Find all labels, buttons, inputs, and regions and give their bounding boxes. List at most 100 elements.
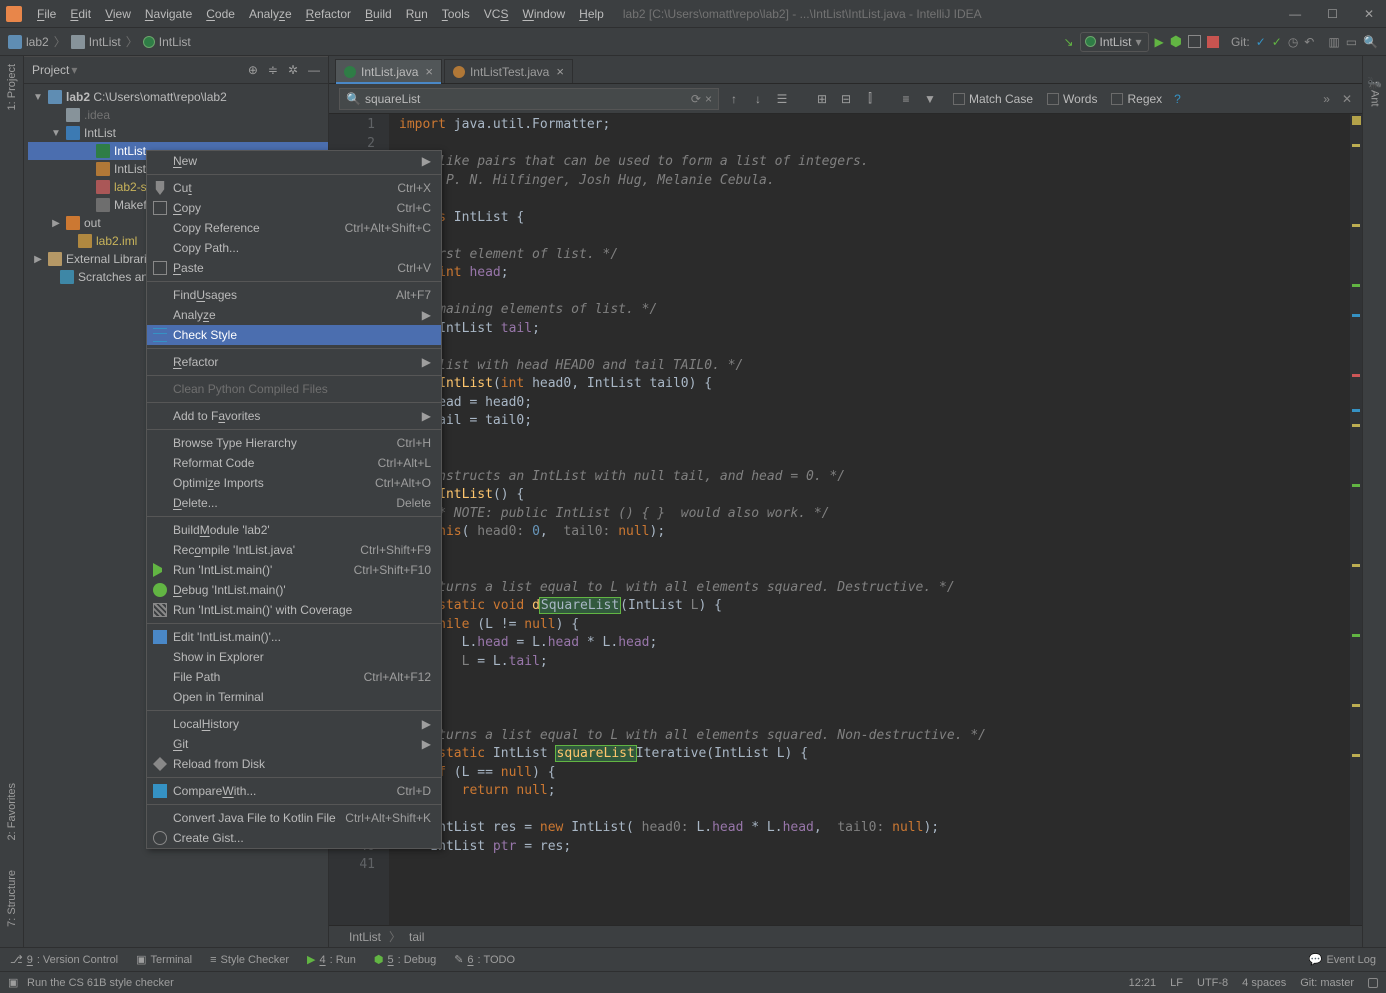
- tool-version-control[interactable]: ⎇9: Version Control: [10, 953, 118, 966]
- breadcrumb-class[interactable]: IntList: [143, 35, 191, 49]
- menu-tools[interactable]: Tools: [435, 4, 477, 24]
- settings-icon[interactable]: ✲: [288, 63, 298, 77]
- ctx-cut[interactable]: CutCtrl+X: [147, 178, 441, 198]
- debug-icon[interactable]: ⬢: [1170, 33, 1182, 50]
- run-icon[interactable]: ▶: [1155, 35, 1164, 49]
- tool-structure-button[interactable]: 7: Structure: [6, 870, 18, 927]
- tool-project-button[interactable]: 1: Project: [6, 64, 18, 110]
- ctx-copy-path[interactable]: Copy Path...: [147, 238, 441, 258]
- find-input[interactable]: [365, 92, 691, 106]
- ctx-debug[interactable]: Debug 'IntList.main()': [147, 580, 441, 600]
- ctx-analyze[interactable]: Analyze▶: [147, 305, 441, 325]
- presentation-icon[interactable]: ▭: [1346, 35, 1357, 49]
- menu-view[interactable]: View: [98, 4, 138, 24]
- tool-style-checker[interactable]: ≡Style Checker: [210, 954, 289, 966]
- words-checkbox[interactable]: Words: [1047, 92, 1097, 106]
- ctx-compare[interactable]: Compare With...Ctrl+D: [147, 781, 441, 801]
- select-all-occurrences-icon[interactable]: ⫿: [861, 91, 879, 106]
- ctx-reformat[interactable]: Reformat CodeCtrl+Alt+L: [147, 453, 441, 473]
- select-opened-file-icon[interactable]: ⊕: [248, 63, 258, 77]
- ctx-delete[interactable]: Delete...Delete: [147, 493, 441, 513]
- readonly-lock-icon[interactable]: [1368, 978, 1378, 988]
- find-more-icon[interactable]: »: [1323, 92, 1330, 106]
- find-close-icon[interactable]: ×: [705, 92, 712, 106]
- breadcrumb-folder[interactable]: IntList: [71, 35, 121, 49]
- git-commit-icon[interactable]: ✓: [1272, 35, 1282, 49]
- tree-node-intlist-folder[interactable]: ▼IntList: [28, 124, 328, 142]
- ctx-edit-config[interactable]: Edit 'IntList.main()'...: [147, 627, 441, 647]
- find-select-all-icon[interactable]: ☰: [773, 92, 791, 106]
- ctx-git[interactable]: Git▶: [147, 734, 441, 754]
- ctx-add-favorites[interactable]: Add to Favorites▶: [147, 406, 441, 426]
- window-close-icon[interactable]: ✕: [1358, 5, 1380, 23]
- breadcrumb-root[interactable]: lab2: [8, 35, 49, 49]
- run-config-selector[interactable]: IntList▾: [1080, 32, 1149, 52]
- menu-analyze[interactable]: Analyze: [242, 4, 299, 24]
- ctx-recompile[interactable]: Recompile 'IntList.java'Ctrl+Shift+F9: [147, 540, 441, 560]
- tool-debug[interactable]: ⬢5: Debug: [374, 953, 436, 966]
- menu-edit[interactable]: Edit: [63, 4, 98, 24]
- add-selection-icon[interactable]: ⊞: [813, 92, 831, 106]
- close-tab-icon[interactable]: ×: [425, 64, 433, 79]
- ctx-paste[interactable]: PasteCtrl+V: [147, 258, 441, 278]
- ctx-refactor[interactable]: Refactor▶: [147, 352, 441, 372]
- menu-run[interactable]: Run: [399, 4, 435, 24]
- stop-icon[interactable]: [1207, 36, 1219, 48]
- ctx-terminal[interactable]: Open in Terminal: [147, 687, 441, 707]
- build-icon[interactable]: ↘: [1063, 35, 1073, 49]
- find-settings-icon[interactable]: ≡: [897, 92, 915, 106]
- tab-intlist[interactable]: IntList.java×: [335, 59, 442, 83]
- menu-code[interactable]: Code: [199, 4, 242, 24]
- ctx-run[interactable]: Run 'IntList.main()'Ctrl+Shift+F10: [147, 560, 441, 580]
- find-prev-icon[interactable]: ↑: [725, 92, 743, 106]
- tool-run[interactable]: ▶4: Run: [307, 953, 356, 966]
- match-case-checkbox[interactable]: Match Case: [953, 92, 1033, 106]
- tool-terminal[interactable]: ▣Terminal: [136, 953, 192, 966]
- caret-position[interactable]: 12:21: [1129, 977, 1157, 989]
- ctx-reload[interactable]: Reload from Disk: [147, 754, 441, 774]
- search-everywhere-icon[interactable]: 🔍: [1363, 35, 1378, 49]
- ctx-build-module[interactable]: Build Module 'lab2': [147, 520, 441, 540]
- menu-file[interactable]: File: [30, 4, 63, 24]
- status-icon[interactable]: ▣: [8, 976, 21, 989]
- crumb-class[interactable]: IntList: [341, 930, 389, 944]
- ctx-file-path[interactable]: File PathCtrl+Alt+F12: [147, 667, 441, 687]
- close-tab-icon[interactable]: ×: [556, 64, 564, 79]
- history-icon[interactable]: ◷: [1288, 35, 1298, 49]
- ctx-show-explorer[interactable]: Show in Explorer: [147, 647, 441, 667]
- tab-intlisttest[interactable]: IntListTest.java×: [444, 59, 573, 83]
- indent[interactable]: 4 spaces: [1242, 977, 1286, 989]
- ctx-new[interactable]: New▶: [147, 151, 441, 171]
- tool-todo[interactable]: ✎6: TODO: [454, 953, 515, 966]
- chevron-down-icon[interactable]: ▾: [71, 63, 77, 77]
- ctx-local-history[interactable]: Local History▶: [147, 714, 441, 734]
- menu-vcs[interactable]: VCS: [477, 4, 516, 24]
- coverage-icon[interactable]: [1188, 35, 1201, 48]
- filter-icon[interactable]: ▼: [921, 92, 939, 106]
- tool-favorites-button[interactable]: 2: Favorites: [6, 783, 18, 840]
- ctx-copy[interactable]: CopyCtrl+C: [147, 198, 441, 218]
- find-input-wrapper[interactable]: 🔍 ⟳ ×: [339, 88, 719, 110]
- hide-icon[interactable]: —: [308, 63, 320, 77]
- menu-help[interactable]: Help: [572, 4, 611, 24]
- menu-refactor[interactable]: Refactor: [299, 4, 358, 24]
- ctx-gist[interactable]: Create Gist...: [147, 828, 441, 848]
- git-branch[interactable]: Git: master: [1300, 977, 1354, 989]
- tree-node-idea[interactable]: .idea: [28, 106, 328, 124]
- tool-event-log[interactable]: 💬Event Log: [1309, 953, 1376, 966]
- find-next-icon[interactable]: ↓: [749, 92, 767, 106]
- tree-node-root[interactable]: ▼lab2 C:\Users\omatt\repo\lab2: [28, 88, 328, 106]
- line-separator[interactable]: LF: [1170, 977, 1183, 989]
- ctx-check-style[interactable]: Check Style: [147, 325, 441, 345]
- find-history-icon[interactable]: ⟳: [691, 92, 701, 106]
- encoding[interactable]: UTF-8: [1197, 977, 1228, 989]
- window-maximize-icon[interactable]: ☐: [1321, 5, 1344, 23]
- expand-all-icon[interactable]: ≑: [268, 63, 278, 77]
- ctx-kotlin[interactable]: Convert Java File to Kotlin FileCtrl+Alt…: [147, 808, 441, 828]
- overview-ruler[interactable]: [1350, 114, 1362, 925]
- ctx-browse-hierarchy[interactable]: Browse Type HierarchyCtrl+H: [147, 433, 441, 453]
- menu-window[interactable]: Window: [515, 4, 572, 24]
- git-update-icon[interactable]: ✓: [1256, 35, 1266, 49]
- ctx-copy-reference[interactable]: Copy ReferenceCtrl+Alt+Shift+C: [147, 218, 441, 238]
- tool-ant-button[interactable]: Ant: [1369, 90, 1381, 107]
